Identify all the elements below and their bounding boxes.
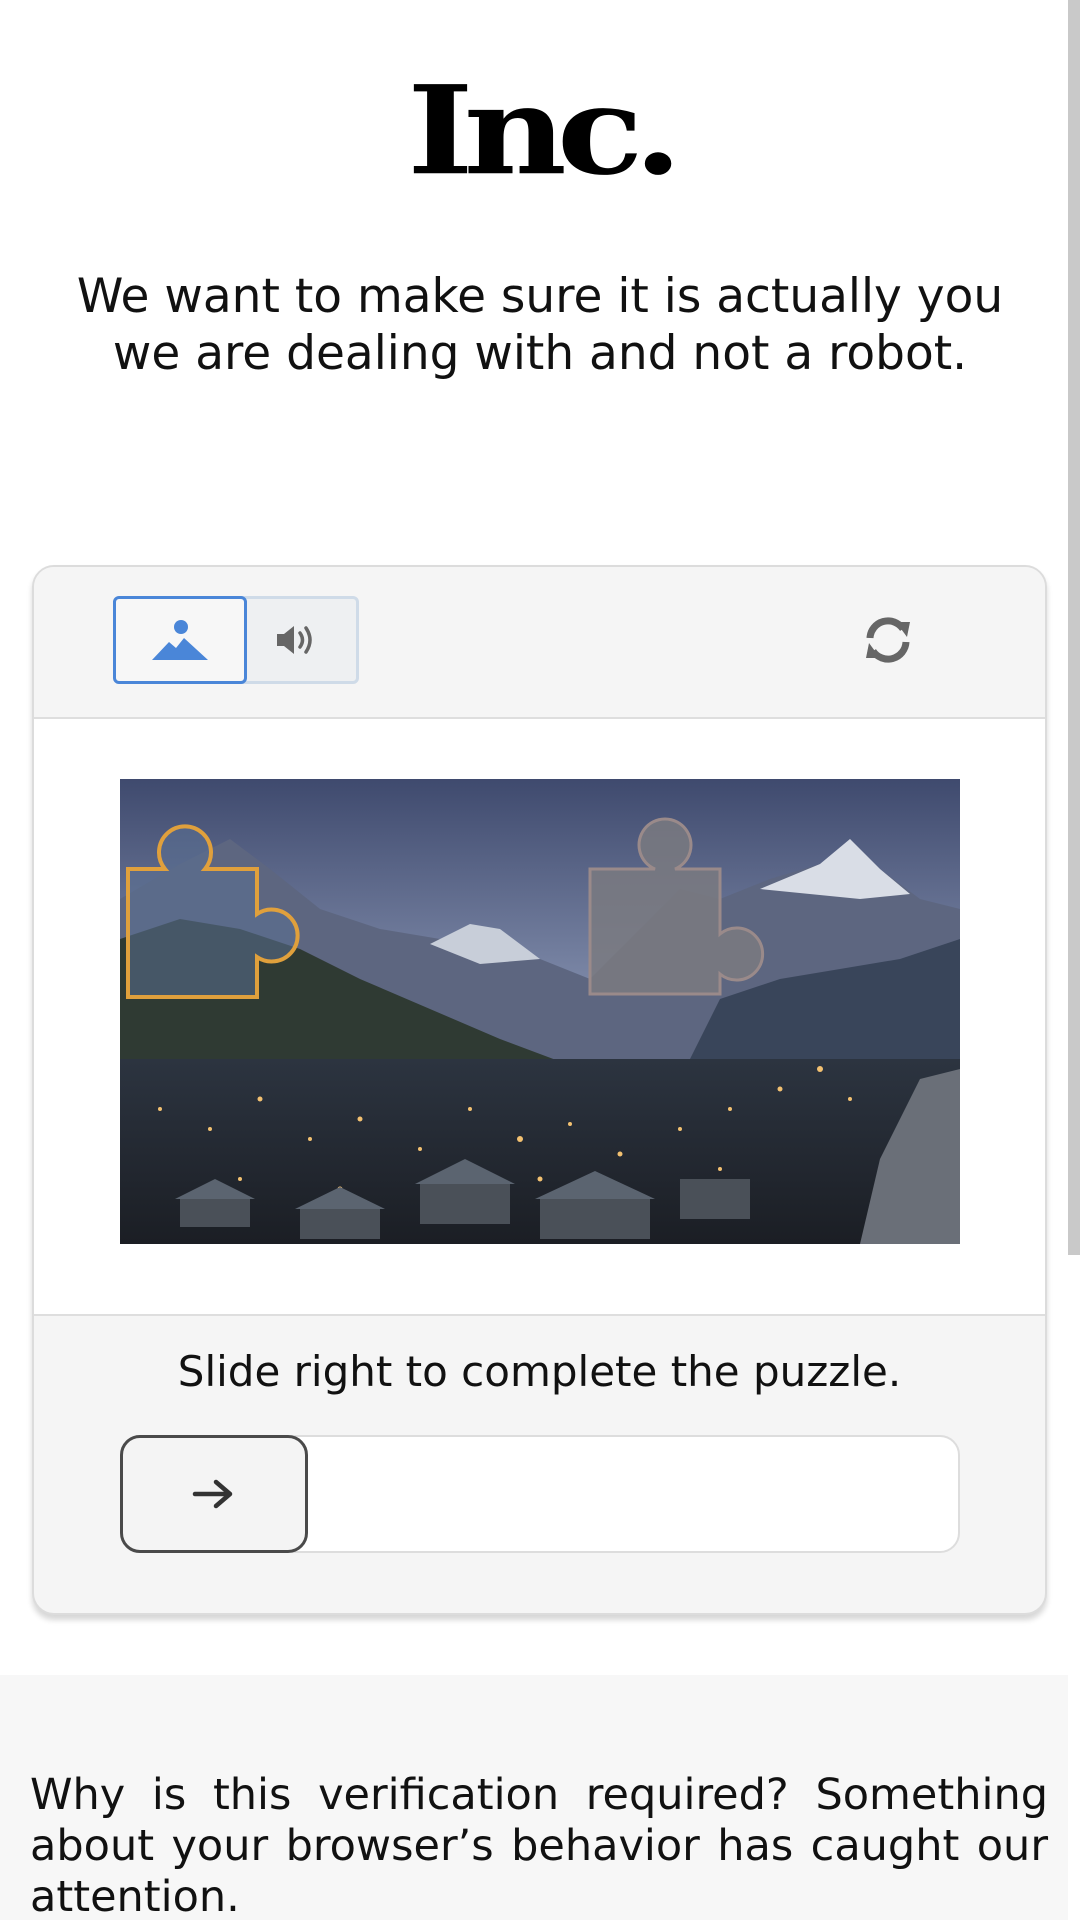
landscape-icon	[152, 620, 208, 660]
slider-instruction: Slide right to complete the puzzle.	[177, 1347, 902, 1396]
refresh-icon	[866, 617, 910, 663]
footer: Why is this verification required? Somet…	[0, 1675, 1068, 1922]
arrow-right-icon	[192, 1479, 233, 1509]
puzzle-image	[120, 779, 960, 1244]
audio-mode-button[interactable]	[234, 596, 359, 684]
refresh-button[interactable]	[858, 610, 918, 670]
captcha-toolbar	[34, 567, 1045, 719]
verification-headline: We want to make sure it is actually you …	[76, 269, 1004, 381]
slider-handle[interactable]	[120, 1435, 308, 1553]
inc-logo: Inc.	[407, 59, 683, 203]
verification-explanation: Why is this verification required? Somet…	[30, 1770, 1048, 1922]
captcha-widget: Slide right to complete the puzzle.	[32, 565, 1047, 1615]
image-mode-button[interactable]	[113, 596, 247, 684]
captcha-puzzle-area	[34, 719, 1045, 1316]
speaker-icon	[276, 626, 312, 654]
